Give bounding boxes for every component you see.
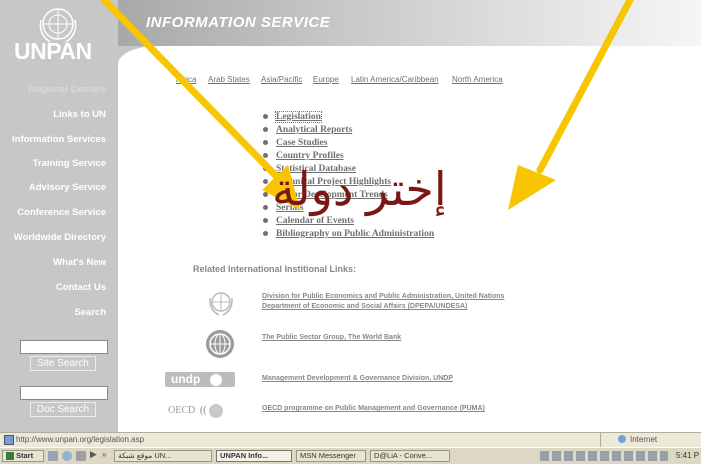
windows-icon — [6, 452, 14, 461]
sidebar-item-search[interactable]: Search — [0, 307, 106, 318]
bullet-icon — [263, 127, 268, 133]
sidebar-item-contact-us[interactable]: Contact Us — [0, 282, 106, 293]
related-link-undesa[interactable]: Division for Public Economics and Public… — [262, 292, 504, 312]
un-emblem-icon — [206, 290, 236, 316]
globe-icon — [618, 435, 626, 443]
unpan-logo-text: UNPAN — [14, 38, 92, 64]
related-link-oecd[interactable]: OECD programme on Public Management and … — [262, 404, 485, 414]
task-msn-messenger[interactable]: MSN Messenger — [296, 450, 366, 462]
bullet-icon — [263, 231, 268, 237]
bullet-icon — [263, 114, 268, 120]
related-links-heading: Related International Institional Links: — [193, 264, 357, 274]
region-link-asia-pacific[interactable]: Asia/Pacific — [261, 75, 302, 84]
doc-search-button[interactable]: Doc Search — [30, 402, 96, 417]
bullet-icon — [263, 218, 268, 224]
service-link-bibliography[interactable]: Bibliography on Public Administration — [263, 229, 434, 239]
undp-logo: undp — [165, 372, 235, 387]
clock: 5:41 P — [676, 451, 700, 460]
bullet-icon — [263, 179, 268, 185]
bullet-icon — [263, 205, 268, 211]
sidebar-item-regional-centers[interactable]: Regional Centers — [0, 84, 106, 95]
service-link-case-studies[interactable]: Case Studies — [263, 138, 327, 148]
oecd-logo: OECD (( — [168, 402, 238, 420]
page-icon — [4, 435, 14, 445]
sidebar-item-links-to-un[interactable]: Links to UN — [0, 109, 106, 120]
service-link-analytical-reports[interactable]: Analytical Reports — [263, 125, 352, 135]
region-link-north-america[interactable]: North America — [452, 75, 503, 84]
doc-search-input[interactable] — [20, 386, 108, 400]
start-button[interactable]: Start — [2, 450, 44, 462]
service-link-country-profiles[interactable]: Country Profiles — [263, 151, 344, 161]
related-link-world-bank[interactable]: The Public Sector Group, The World Bank — [262, 333, 401, 343]
bullet-icon — [263, 153, 268, 159]
sidebar-item-training-service[interactable]: Training Service — [0, 158, 106, 169]
task-unpan-info[interactable]: UNPAN Info... — [216, 450, 292, 462]
undp-globe-icon — [209, 373, 222, 386]
task-dalia-conversation[interactable]: D@LiA - Conve... — [370, 450, 450, 462]
service-link-calendar-of-events[interactable]: Calendar of Events — [263, 216, 354, 226]
service-link-legislation[interactable]: Legislation — [263, 111, 322, 123]
header-curve — [118, 46, 701, 66]
world-bank-icon — [206, 330, 234, 358]
system-tray-icons[interactable] — [540, 451, 668, 461]
related-link-undp[interactable]: Management Development & Governance Divi… — [262, 374, 453, 384]
more-icon[interactable]: » — [102, 450, 106, 459]
region-link-africa[interactable]: Africa — [176, 75, 196, 84]
desktop-icon[interactable] — [48, 451, 58, 461]
page-title: INFORMATION SERVICE — [146, 14, 331, 31]
sidebar-item-conference-service[interactable]: Conference Service — [0, 207, 106, 218]
task-arabic-site[interactable]: موقع شبكة UN... — [114, 450, 212, 462]
sidebar-item-advisory-service[interactable]: Advisory Service — [0, 182, 106, 193]
sidebar-item-worldwide-directory[interactable]: Worldwide Directory — [0, 232, 106, 243]
bullet-icon — [263, 192, 268, 198]
ie-icon[interactable] — [62, 451, 72, 461]
bullet-icon — [263, 140, 268, 146]
status-bar: http://www.unpan.org/legislation.asp Int… — [0, 432, 701, 447]
region-link-arab-states[interactable]: Arab States — [208, 75, 250, 84]
status-zone: Internet — [630, 435, 658, 444]
oecd-chevrons-icon: (( — [199, 405, 207, 416]
arabic-choose-country-text: إختر دولة — [272, 163, 447, 215]
sidebar-item-information-services[interactable]: Information Services — [0, 134, 106, 145]
bullet-icon — [263, 166, 268, 172]
oecd-circle-icon — [208, 403, 223, 418]
status-url: http://www.unpan.org/legislation.asp — [16, 435, 145, 444]
sidebar-item-whats-new[interactable]: What's New — [0, 257, 106, 268]
site-search-input[interactable] — [20, 340, 108, 354]
play-icon[interactable]: ▶ — [90, 449, 97, 460]
sidebar: Regional Centers Links to UN Information… — [0, 62, 118, 432]
taskbar: Start ▶ » موقع شبكة UN... UNPAN Info... … — [0, 447, 701, 464]
explorer-icon[interactable] — [76, 451, 86, 461]
status-divider — [600, 433, 601, 447]
region-link-latin-america[interactable]: Latin America/Caribbean — [351, 75, 439, 84]
region-link-europe[interactable]: Europe — [313, 75, 339, 84]
site-search-button[interactable]: Site Search — [30, 356, 96, 371]
